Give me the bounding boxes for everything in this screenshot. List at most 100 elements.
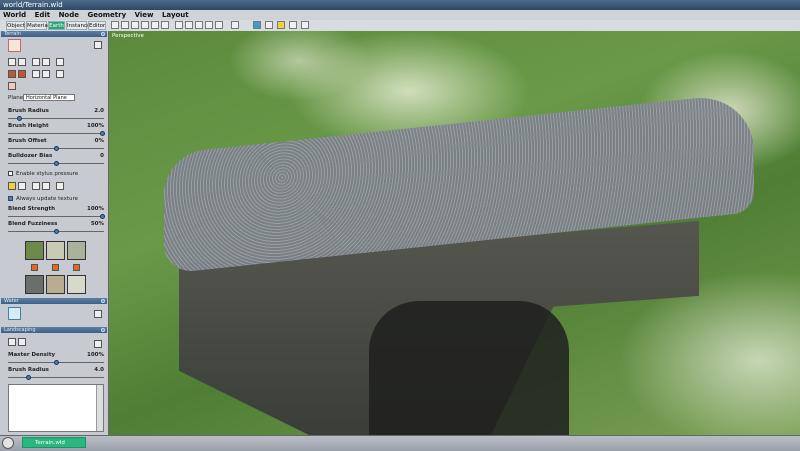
tab-earth[interactable]: Earth — [48, 21, 65, 30]
texture-swatch-stone[interactable] — [67, 275, 86, 294]
collapse-icon[interactable] — [101, 299, 105, 303]
select-tool-icon[interactable] — [111, 21, 119, 29]
tab-material[interactable]: Material — [26, 21, 49, 30]
lower-brush-icon[interactable] — [18, 58, 26, 66]
blend-strength-slider[interactable] — [8, 214, 105, 219]
menu-geometry[interactable]: Geometry — [84, 10, 129, 20]
landscaping-brush-radius-label: Brush Radius — [8, 367, 49, 373]
texture-swatch-gravel[interactable] — [67, 241, 86, 260]
stylus-pressure-checkbox[interactable] — [8, 171, 13, 176]
terrain-section-header[interactable]: Terrain — [1, 31, 107, 37]
remove-plants-icon[interactable] — [18, 338, 26, 346]
light-icon[interactable] — [277, 21, 285, 29]
zoom-icon[interactable] — [195, 21, 203, 29]
fill-tool-icon[interactable] — [18, 182, 26, 190]
water-section-header[interactable]: Water — [1, 298, 107, 304]
slider-knob[interactable] — [54, 146, 59, 151]
menu-edit[interactable]: Edit — [32, 10, 54, 20]
swatch-bucket-icon[interactable] — [31, 264, 38, 271]
master-density-slider[interactable] — [8, 360, 104, 365]
erase-tool-icon[interactable] — [32, 182, 40, 190]
tab-editor[interactable]: Editor — [88, 21, 106, 30]
bulldozer-bias-value: 0 — [100, 153, 104, 159]
plane-label: Plane — [8, 95, 24, 101]
raise-brush-icon[interactable] — [8, 58, 16, 66]
blend-fuzziness-slider[interactable] — [8, 229, 104, 234]
bulldozer-bias-slider[interactable] — [8, 161, 104, 166]
replace-tool-icon[interactable] — [42, 182, 50, 190]
viewport-label[interactable]: Perspective — [112, 33, 144, 39]
unlink-tool-icon[interactable] — [161, 21, 169, 29]
taskbar-item-terrain[interactable]: Terrain.wld — [22, 437, 86, 448]
slider-knob[interactable] — [17, 116, 23, 121]
warning-icon[interactable] — [8, 82, 16, 90]
master-density-value: 100% — [87, 352, 104, 358]
swatch-bucket-icon[interactable] — [52, 264, 59, 271]
tab-instance[interactable]: Instance — [66, 21, 90, 30]
plant-list-scrollbar[interactable] — [96, 385, 103, 431]
slider-knob[interactable] — [26, 375, 32, 380]
brush-height-slider[interactable] — [8, 131, 105, 136]
texture-swatch-sand[interactable] — [46, 241, 65, 260]
page-icon[interactable] — [94, 310, 102, 318]
page-icon[interactable] — [94, 340, 102, 348]
menu-node[interactable]: Node — [56, 10, 82, 20]
brush-offset-value: 0% — [94, 138, 104, 144]
color-paint-icon[interactable] — [8, 70, 16, 78]
render-view-icon[interactable] — [253, 21, 261, 29]
start-icon[interactable] — [2, 437, 14, 449]
rotate-tool-icon[interactable] — [131, 21, 139, 29]
stamp-brush-icon[interactable] — [42, 70, 50, 78]
texture-swatch-dirt[interactable] — [46, 275, 65, 294]
smooth-brush-icon[interactable] — [32, 58, 40, 66]
pan-icon[interactable] — [175, 21, 183, 29]
brush-radius-slider[interactable] — [8, 116, 104, 121]
flatten-brush-icon[interactable] — [56, 58, 64, 66]
slider-knob[interactable] — [54, 360, 59, 365]
3d-viewport[interactable]: Perspective — [109, 31, 800, 435]
noise-brush-icon[interactable] — [42, 58, 50, 66]
slider-knob[interactable] — [54, 161, 59, 166]
collapse-icon[interactable] — [101, 32, 105, 36]
texture-paint-icon[interactable] — [18, 70, 26, 78]
texture-swatch-grass[interactable] — [25, 241, 44, 260]
menu-view[interactable]: View — [132, 10, 157, 20]
help-icon[interactable] — [301, 21, 309, 29]
orbit-icon[interactable] — [185, 21, 193, 29]
always-update-checkbox[interactable] — [8, 196, 13, 201]
bulldozer-brush-icon[interactable] — [56, 70, 64, 78]
landscaping-section-header[interactable]: Landscaping — [1, 327, 107, 333]
menu-world[interactable]: World — [0, 10, 29, 20]
plane-select[interactable]: Horizontal Plane — [23, 94, 75, 101]
page-icon[interactable] — [94, 41, 102, 49]
landscaping-section-title: Landscaping — [4, 327, 36, 333]
grid-icon[interactable] — [231, 21, 239, 29]
scale-tool-icon[interactable] — [141, 21, 149, 29]
move-tool-icon[interactable] — [121, 21, 129, 29]
landscaping-brush-radius-slider[interactable] — [8, 375, 104, 380]
plant-brush-icon[interactable] — [8, 338, 16, 346]
zoom-extents-icon[interactable] — [205, 21, 213, 29]
texture-swatch-rock[interactable] — [25, 275, 44, 294]
fit-icon[interactable] — [215, 21, 223, 29]
brush-offset-slider[interactable] — [8, 146, 104, 151]
menu-layout[interactable]: Layout — [159, 10, 192, 20]
brush-height-value: 100% — [87, 123, 104, 129]
tab-object[interactable]: Object — [6, 21, 25, 30]
water-icon[interactable] — [8, 307, 21, 320]
pick-tool-icon[interactable] — [56, 182, 64, 190]
slider-knob[interactable] — [100, 131, 105, 136]
camera-icon[interactable] — [265, 21, 273, 29]
settings-icon[interactable] — [289, 21, 297, 29]
blend-fuzziness-value: 50% — [90, 221, 104, 227]
slider-knob[interactable] — [100, 214, 105, 219]
paint-tool-icon[interactable] — [8, 182, 16, 190]
slider-knob[interactable] — [54, 229, 59, 234]
link-tool-icon[interactable] — [151, 21, 159, 29]
terrain-brush-icon[interactable] — [8, 39, 21, 52]
plant-list[interactable] — [8, 384, 104, 432]
bulldozer-bias-label: Bulldozer Bias — [8, 153, 53, 159]
collapse-icon[interactable] — [101, 328, 105, 332]
erode-brush-icon[interactable] — [32, 70, 40, 78]
swatch-bucket-icon[interactable] — [73, 264, 80, 271]
